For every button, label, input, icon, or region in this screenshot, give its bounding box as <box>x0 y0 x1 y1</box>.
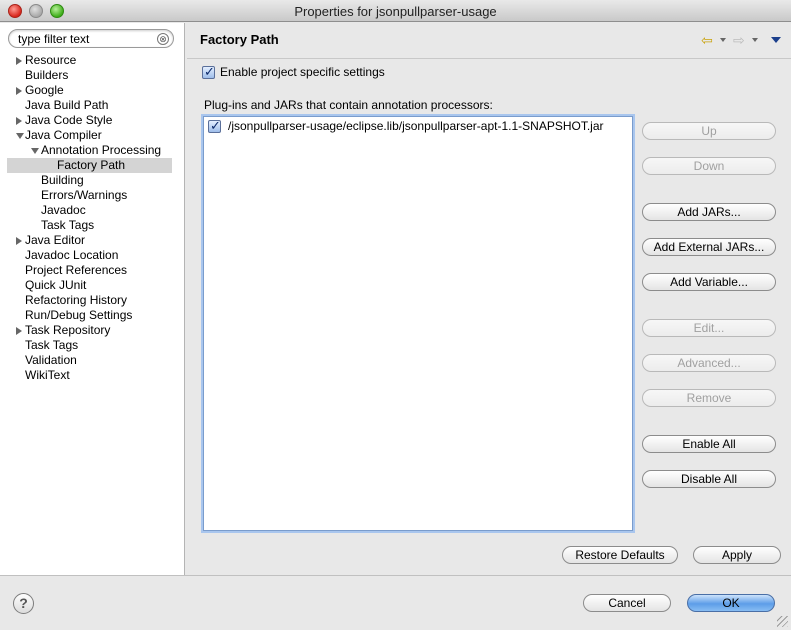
collapsed-arrow-icon[interactable] <box>16 57 22 65</box>
window-title: Properties for jsonpullparser-usage <box>294 4 497 19</box>
tree-item-label: Project References <box>25 263 128 277</box>
tree-item[interactable]: Factory Path <box>7 158 172 173</box>
restore-defaults-button[interactable]: Restore Defaults <box>562 546 678 564</box>
tree-item-label: Task Tags <box>25 338 79 352</box>
tree-item-label: Java Compiler <box>25 128 102 142</box>
tree-item-label: Javadoc Location <box>25 248 119 262</box>
list-label: Plug-ins and JARs that contain annotatio… <box>204 98 493 112</box>
tree-item[interactable]: Validation <box>0 353 184 368</box>
tree-item[interactable]: Building <box>0 173 184 188</box>
tree-item[interactable]: Javadoc Location <box>0 248 184 263</box>
disable-all-button[interactable]: Disable All <box>642 470 776 488</box>
collapsed-arrow-icon[interactable] <box>16 117 22 125</box>
tree-item[interactable]: Annotation Processing <box>0 143 184 158</box>
clear-filter-icon[interactable]: ⊗ <box>157 33 169 45</box>
collapsed-arrow-icon[interactable] <box>16 87 22 95</box>
tree-item[interactable]: Task Tags <box>0 338 184 353</box>
remove-button[interactable]: Remove <box>642 389 776 407</box>
tree-item[interactable]: WikiText <box>0 368 184 383</box>
tree-item-label: Java Code Style <box>25 113 113 127</box>
content-pane: Factory Path ⇦ ⇨ ✓ Enable project specif… <box>186 23 791 575</box>
filter-input[interactable] <box>18 31 158 46</box>
enable-all-button[interactable]: Enable All <box>642 435 776 453</box>
tree-item-label: Builders <box>25 68 69 82</box>
forward-dropdown-icon[interactable] <box>752 38 758 42</box>
list-item-label: /jsonpullparser-usage/eclipse.lib/jsonpu… <box>228 119 604 133</box>
add-variable-button[interactable]: Add Variable... <box>642 273 776 291</box>
collapsed-arrow-icon[interactable] <box>16 327 22 335</box>
collapsed-arrow-icon[interactable] <box>16 237 22 245</box>
tree-item[interactable]: Errors/Warnings <box>0 188 184 203</box>
add-external-jars-button[interactable]: Add External JARs... <box>642 238 776 256</box>
resize-grip-icon[interactable] <box>777 616 788 627</box>
tree-item-label: Run/Debug Settings <box>25 308 133 322</box>
apply-button[interactable]: Apply <box>693 546 781 564</box>
tree-item[interactable]: Project References <box>0 263 184 278</box>
cancel-button[interactable]: Cancel <box>583 594 671 612</box>
tree-item-label: Task Tags <box>41 218 95 232</box>
tree-item[interactable]: Task Tags <box>0 218 184 233</box>
preferences-tree: Resource Builders Google Java Build Path Jav… <box>0 53 184 383</box>
tree-item[interactable]: Javadoc <box>0 203 184 218</box>
back-arrow-icon[interactable]: ⇦ <box>701 33 713 47</box>
tree-item[interactable]: Java Code Style <box>0 113 184 128</box>
tree-item-label: Validation <box>25 353 77 367</box>
view-menu-icon[interactable] <box>771 37 781 43</box>
footer-divider <box>0 575 791 576</box>
tree-item-label: Resource <box>25 53 77 67</box>
title-bar: Properties for jsonpullparser-usage <box>0 0 791 22</box>
checkmark-icon: ✓ <box>204 64 215 79</box>
tree-item[interactable]: Task Repository <box>0 323 184 338</box>
tree-item-label: Javadoc <box>41 203 86 217</box>
tree-item-label: Task Repository <box>25 323 111 337</box>
forward-arrow-icon[interactable]: ⇨ <box>733 33 745 47</box>
tree-item[interactable]: Refactoring History <box>0 293 184 308</box>
tree-item[interactable]: Java Editor <box>0 233 184 248</box>
enable-label: Enable project specific settings <box>220 65 385 79</box>
add-jars-button[interactable]: Add JARs... <box>642 203 776 221</box>
tree-item-label: Errors/Warnings <box>41 188 128 202</box>
tree-item[interactable]: Resource <box>0 53 184 68</box>
enable-checkbox[interactable]: ✓ <box>202 64 215 79</box>
expanded-arrow-icon[interactable] <box>31 148 39 154</box>
header-divider <box>187 58 791 59</box>
tree-item-label: Java Build Path <box>25 98 109 112</box>
navigation-pane: ⊗ ResourceBuildersGoogleJava Build PathJ… <box>0 23 185 575</box>
down-button[interactable]: Down <box>642 157 776 175</box>
tree-item[interactable]: Builders <box>0 68 184 83</box>
annotation-processor-list[interactable]: ✓ /jsonpullparser-usage/eclipse.lib/json… <box>203 116 633 531</box>
tree-item-label: Refactoring History <box>25 293 128 307</box>
help-icon[interactable]: ? <box>13 593 34 614</box>
tree-item-label: WikiText <box>25 368 70 382</box>
tree-item[interactable]: Java Build Path <box>0 98 184 113</box>
tree-item[interactable]: Java Compiler <box>0 128 184 143</box>
list-item-checkbox[interactable]: ✓ <box>208 118 221 133</box>
edit-button[interactable]: Edit... <box>642 319 776 337</box>
tree-item-label: Building <box>41 173 84 187</box>
advanced-button[interactable]: Advanced... <box>642 354 776 372</box>
filter-field[interactable]: ⊗ <box>8 29 174 48</box>
tree-item-label: Factory Path <box>57 158 126 172</box>
tree-item[interactable]: Google <box>0 83 184 98</box>
tree-item-label: Annotation Processing <box>41 143 162 157</box>
expanded-arrow-icon[interactable] <box>16 133 24 139</box>
checkmark-icon: ✓ <box>210 118 221 133</box>
tree-item-label: Quick JUnit <box>25 278 87 292</box>
back-dropdown-icon[interactable] <box>720 38 726 42</box>
page-title: Factory Path <box>200 32 279 47</box>
tree-item-label: Google <box>25 83 64 97</box>
tree-item[interactable]: Quick JUnit <box>0 278 184 293</box>
up-button[interactable]: Up <box>642 122 776 140</box>
ok-button[interactable]: OK <box>687 594 775 612</box>
page-navigation: ⇦ ⇨ <box>701 33 781 49</box>
tree-item-label: Java Editor <box>25 233 86 247</box>
tree-item[interactable]: Run/Debug Settings <box>0 308 184 323</box>
